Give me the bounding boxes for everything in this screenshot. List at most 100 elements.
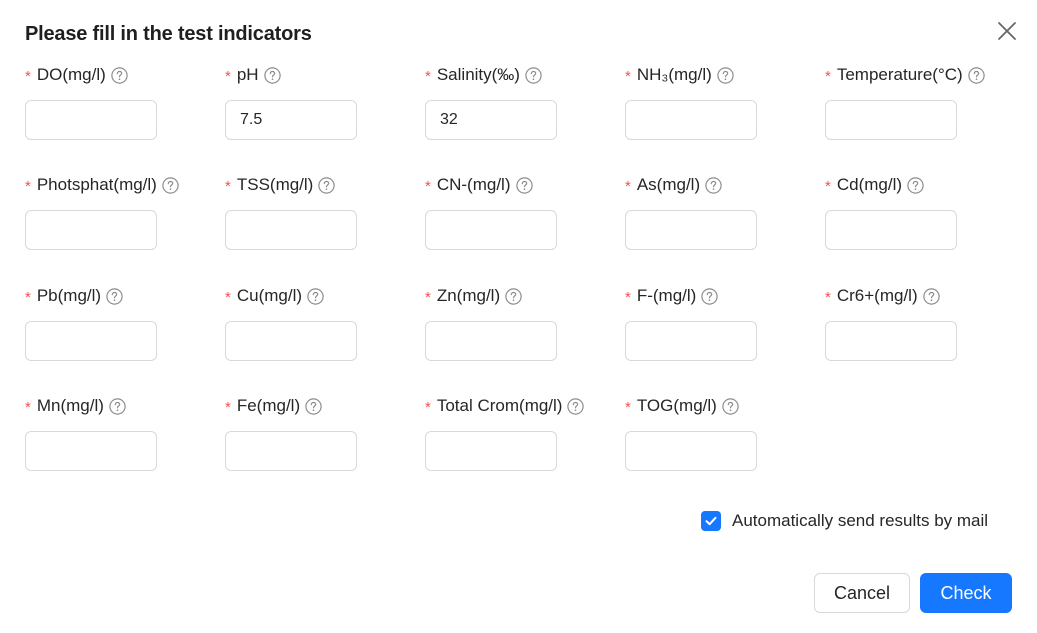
help-icon[interactable] bbox=[318, 176, 336, 194]
field-label: Photsphat(mg/l) bbox=[36, 175, 157, 194]
required-asterisk: * bbox=[425, 398, 431, 416]
help-icon[interactable] bbox=[305, 397, 322, 415]
auto-mail-label: Automatically send results by mail bbox=[732, 511, 989, 530]
field-label-row: * Temperature(°C) bbox=[825, 63, 1015, 87]
field-label: TOG(mg/l) bbox=[636, 396, 717, 415]
input-cr6-mg-l[interactable] bbox=[825, 321, 957, 361]
required-asterisk: * bbox=[225, 67, 231, 85]
input-zn-mg-l[interactable] bbox=[425, 321, 557, 361]
test-indicators-dialog: Please fill in the test indicators * DO(m… bbox=[0, 0, 1037, 633]
field-label-row: * Cr6+(mg/l) bbox=[825, 284, 1015, 308]
required-asterisk: * bbox=[25, 288, 31, 306]
input-cd-mg-l[interactable] bbox=[825, 210, 957, 250]
input-do-mg-l[interactable] bbox=[25, 100, 157, 140]
help-icon[interactable] bbox=[109, 397, 126, 415]
required-asterisk: * bbox=[825, 177, 831, 195]
auto-mail-checkbox[interactable] bbox=[701, 511, 721, 531]
required-asterisk: * bbox=[825, 67, 831, 85]
auto-mail-option[interactable]: Automatically send results by mail bbox=[701, 511, 988, 531]
field-nh-mg-l: * NH₃(mg/l) bbox=[625, 63, 815, 140]
required-asterisk: * bbox=[625, 288, 631, 306]
required-asterisk: * bbox=[225, 398, 231, 416]
field-cu-mg-l: * Cu(mg/l) bbox=[225, 284, 415, 361]
field-temperature-c: * Temperature(°C) bbox=[825, 63, 1015, 140]
field-label-row: * TSS(mg/l) bbox=[225, 173, 415, 197]
help-icon[interactable] bbox=[705, 176, 722, 194]
required-asterisk: * bbox=[425, 288, 431, 306]
input-nh-mg-l[interactable] bbox=[625, 100, 757, 140]
field-cr6-mg-l: * Cr6+(mg/l) bbox=[825, 284, 1015, 361]
field-fe-mg-l: * Fe(mg/l) bbox=[225, 394, 415, 471]
field-label-row: * TOG(mg/l) bbox=[625, 394, 815, 418]
field-label-row: * F-(mg/l) bbox=[625, 284, 815, 308]
field-label: Salinity(‰) bbox=[436, 65, 520, 84]
help-icon[interactable] bbox=[505, 287, 522, 305]
input-total-crom-mg-l[interactable] bbox=[425, 431, 557, 471]
dialog-title: Please fill in the test indicators bbox=[25, 23, 312, 45]
field-label-row: * Total Crom(mg/l) bbox=[425, 394, 615, 418]
field-f-mg-l: * F-(mg/l) bbox=[625, 284, 815, 361]
help-icon[interactable] bbox=[111, 66, 128, 84]
input-pb-mg-l[interactable] bbox=[25, 321, 157, 361]
required-asterisk: * bbox=[625, 177, 631, 195]
input-photsphat-mg-l[interactable] bbox=[25, 210, 157, 250]
input-cu-mg-l[interactable] bbox=[225, 321, 357, 361]
input-mn-mg-l[interactable] bbox=[25, 431, 157, 471]
help-icon[interactable] bbox=[701, 287, 719, 305]
input-tog-mg-l[interactable] bbox=[625, 431, 757, 471]
field-label: DO(mg/l) bbox=[36, 65, 106, 84]
input-f-mg-l[interactable] bbox=[625, 321, 757, 361]
input-salinity[interactable] bbox=[425, 100, 557, 140]
close-icon[interactable] bbox=[995, 19, 1019, 43]
required-asterisk: * bbox=[825, 288, 831, 306]
field-label: CN-(mg/l) bbox=[436, 175, 511, 194]
field-as-mg-l: * As(mg/l) bbox=[625, 173, 815, 250]
field-tog-mg-l: * TOG(mg/l) bbox=[625, 394, 815, 471]
field-label: Cu(mg/l) bbox=[236, 286, 303, 305]
input-fe-mg-l[interactable] bbox=[225, 431, 357, 471]
field-tss-mg-l: * TSS(mg/l) bbox=[225, 173, 415, 250]
field-label-row: * Fe(mg/l) bbox=[225, 394, 415, 418]
field-label: Zn(mg/l) bbox=[436, 286, 501, 305]
help-icon[interactable] bbox=[106, 287, 123, 305]
required-asterisk: * bbox=[425, 177, 431, 195]
field-label: Cr6+(mg/l) bbox=[836, 286, 918, 305]
checkmark-icon bbox=[705, 516, 717, 526]
required-asterisk: * bbox=[225, 177, 231, 195]
input-as-mg-l[interactable] bbox=[625, 210, 757, 250]
field-label-row: * NH₃(mg/l) bbox=[625, 63, 815, 87]
field-label: Mn(mg/l) bbox=[36, 396, 104, 415]
field-label-row: * CN-(mg/l) bbox=[425, 173, 615, 197]
field-label: TSS(mg/l) bbox=[236, 175, 314, 194]
required-asterisk: * bbox=[425, 67, 431, 85]
field-label-row: * Pb(mg/l) bbox=[25, 284, 215, 308]
input-tss-mg-l[interactable] bbox=[225, 210, 357, 250]
field-label-row: * As(mg/l) bbox=[625, 173, 815, 197]
field-label: NH₃(mg/l) bbox=[636, 65, 712, 84]
field-label-row: * Cd(mg/l) bbox=[825, 173, 1015, 197]
input-ph[interactable] bbox=[225, 100, 357, 140]
help-icon[interactable] bbox=[515, 176, 533, 194]
field-label-row: * pH bbox=[225, 63, 415, 87]
check-button[interactable]: Check bbox=[920, 573, 1012, 613]
field-photsphat-mg-l: * Photsphat(mg/l) bbox=[25, 173, 215, 250]
cancel-button[interactable]: Cancel bbox=[814, 573, 910, 613]
field-label: Temperature(°C) bbox=[836, 65, 963, 84]
help-icon[interactable] bbox=[717, 66, 734, 84]
help-icon[interactable] bbox=[567, 397, 585, 415]
help-icon[interactable] bbox=[307, 287, 324, 305]
field-label: Total Crom(mg/l) bbox=[436, 396, 563, 415]
input-temperature-c[interactable] bbox=[825, 100, 957, 140]
input-cn-mg-l[interactable] bbox=[425, 210, 557, 250]
required-asterisk: * bbox=[25, 67, 31, 85]
field-ph: * pH bbox=[225, 63, 415, 140]
help-icon[interactable] bbox=[722, 397, 739, 415]
help-icon[interactable] bbox=[922, 287, 940, 305]
help-icon[interactable] bbox=[162, 176, 179, 194]
help-icon[interactable] bbox=[525, 66, 542, 84]
help-icon[interactable] bbox=[907, 176, 924, 194]
help-icon[interactable] bbox=[263, 66, 281, 84]
field-label-row: * DO(mg/l) bbox=[25, 63, 215, 87]
field-label-row: * Cu(mg/l) bbox=[225, 284, 415, 308]
help-icon[interactable] bbox=[967, 66, 985, 84]
